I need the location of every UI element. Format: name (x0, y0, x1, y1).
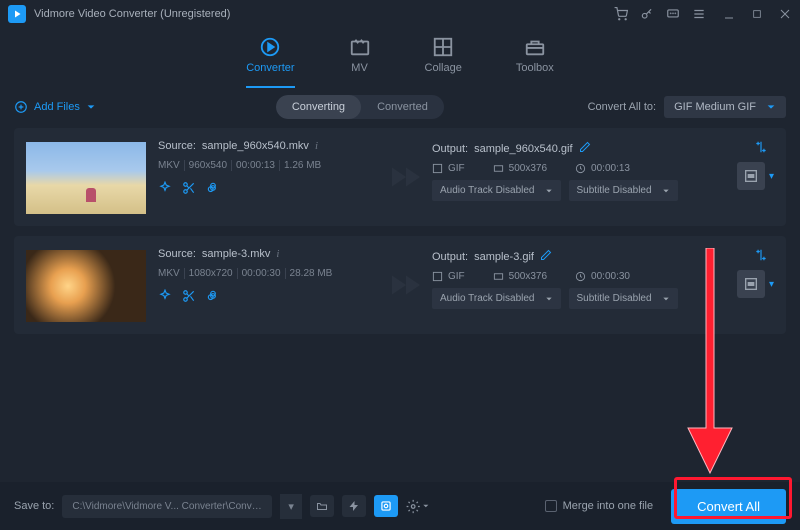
menu-icon[interactable] (692, 7, 706, 21)
chevron-down-icon (545, 295, 553, 303)
toolbox-icon (524, 36, 546, 58)
chevron-down-icon (86, 102, 96, 112)
edit-name-icon[interactable] (540, 249, 552, 264)
subtab-converting[interactable]: Converting (276, 95, 361, 119)
save-to-label: Save to: (14, 500, 54, 512)
effects-icon[interactable] (206, 289, 220, 303)
compress-icon[interactable] (754, 140, 768, 157)
close-button[interactable] (778, 7, 792, 21)
output-format: GIF (432, 163, 465, 174)
maximize-button[interactable] (750, 7, 764, 21)
source-meta: MKV960x54000:00:131.26 MB (158, 160, 388, 171)
source-label: Source: (158, 140, 196, 152)
enhance-icon[interactable] (158, 181, 172, 195)
settings-button[interactable] (406, 495, 430, 517)
tab-mv-label: MV (351, 62, 368, 74)
output-filename: sample_960x540.gif (474, 143, 572, 155)
hw-accel-button[interactable] (374, 495, 398, 517)
convert-all-to-label: Convert All to: (588, 101, 656, 113)
audio-track-select[interactable]: Audio Track Disabled (432, 180, 561, 201)
checkbox-icon (545, 500, 557, 512)
cart-icon[interactable] (614, 7, 628, 21)
item-format-chevron[interactable]: ▾ (769, 171, 774, 182)
cut-icon[interactable] (182, 289, 196, 303)
tab-converter[interactable]: Converter (246, 36, 294, 88)
effects-icon[interactable] (206, 181, 220, 195)
edit-name-icon[interactable] (579, 141, 591, 156)
subtab-converted[interactable]: Converted (361, 95, 444, 119)
subtitle-select[interactable]: Subtitle Disabled (569, 180, 678, 201)
source-label: Source: (158, 248, 196, 260)
output-filename: sample-3.gif (474, 251, 534, 263)
minimize-button[interactable] (722, 7, 736, 21)
chevron-down-icon (766, 102, 776, 112)
chevron-down-icon (662, 187, 670, 195)
boost-button[interactable] (342, 495, 366, 517)
enhance-icon[interactable] (158, 289, 172, 303)
open-folder-button[interactable] (310, 495, 334, 517)
item-format-button[interactable] (737, 162, 765, 190)
thumbnail[interactable] (26, 250, 146, 322)
list-item: Source: sample_960x540.mkv i MKV960x5400… (14, 128, 786, 226)
subtitle-select[interactable]: Subtitle Disabled (569, 288, 678, 309)
app-title: Vidmore Video Converter (Unregistered) (34, 8, 230, 20)
save-path-input[interactable]: C:\Vidmore\Vidmore V... Converter\Conver… (62, 495, 272, 518)
tab-collage-label: Collage (425, 62, 462, 74)
add-files-label: Add Files (34, 101, 80, 113)
mv-icon (349, 36, 371, 58)
source-filename: sample_960x540.mkv (202, 140, 309, 152)
convert-all-button[interactable]: Convert All (671, 489, 786, 524)
converter-icon (259, 36, 281, 58)
arrow-icon (388, 138, 424, 216)
arrow-icon (388, 246, 424, 324)
item-format-chevron[interactable]: ▾ (769, 279, 774, 290)
audio-track-select[interactable]: Audio Track Disabled (432, 288, 561, 309)
format-select-value: GIF Medium GIF (674, 101, 756, 113)
main-tabs: Converter MV Collage Toolbox (0, 28, 800, 86)
footer: Save to: C:\Vidmore\Vidmore V... Convert… (0, 482, 800, 530)
output-format: GIF (432, 271, 465, 282)
output-duration: 00:00:13 (575, 163, 630, 174)
file-list: Source: sample_960x540.mkv i MKV960x5400… (0, 128, 800, 334)
collage-icon (432, 36, 454, 58)
app-logo (8, 5, 26, 23)
feedback-icon[interactable] (666, 7, 680, 21)
compress-icon[interactable] (754, 248, 768, 265)
format-select[interactable]: GIF Medium GIF (664, 96, 786, 118)
item-format-button[interactable] (737, 270, 765, 298)
tab-collage[interactable]: Collage (425, 36, 462, 86)
info-icon[interactable]: i (276, 248, 279, 260)
merge-label: Merge into one file (563, 500, 654, 512)
output-resolution: 500x376 (493, 163, 547, 174)
list-item: Source: sample-3.mkv i MKV1080x72000:00:… (14, 236, 786, 334)
save-path-chevron[interactable]: ▾ (280, 494, 302, 519)
tab-converter-label: Converter (246, 62, 294, 74)
info-icon[interactable]: i (315, 140, 318, 152)
output-resolution: 500x376 (493, 271, 547, 282)
toolbar: Add Files Converting Converted Convert A… (0, 86, 800, 128)
output-duration: 00:00:30 (575, 271, 630, 282)
output-label: Output: (432, 251, 468, 263)
chevron-down-icon (662, 295, 670, 303)
source-meta: MKV1080x72000:00:3028.28 MB (158, 268, 388, 279)
output-label: Output: (432, 143, 468, 155)
tab-toolbox-label: Toolbox (516, 62, 554, 74)
tab-toolbox[interactable]: Toolbox (516, 36, 554, 86)
chevron-down-icon (545, 187, 553, 195)
source-filename: sample-3.mkv (202, 248, 270, 260)
tab-mv[interactable]: MV (349, 36, 371, 86)
add-files-button[interactable]: Add Files (14, 100, 96, 114)
cut-icon[interactable] (182, 181, 196, 195)
merge-checkbox[interactable]: Merge into one file (545, 500, 654, 512)
sub-tabs: Converting Converted (276, 95, 444, 119)
key-icon[interactable] (640, 7, 654, 21)
thumbnail[interactable] (26, 142, 146, 214)
titlebar: Vidmore Video Converter (Unregistered) (0, 0, 800, 28)
